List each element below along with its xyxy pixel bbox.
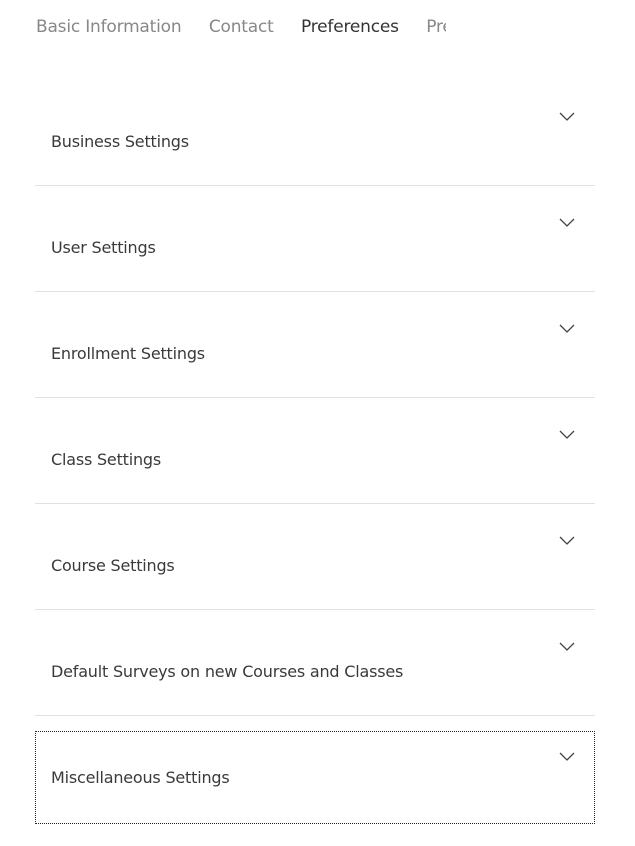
accordion-label: User Settings (51, 238, 156, 257)
accordion-label: Course Settings (51, 556, 175, 575)
chevron-down-icon[interactable] (559, 752, 575, 762)
chevron-down-icon[interactable] (559, 324, 575, 334)
tab-preferences[interactable]: Preferences (301, 14, 399, 40)
chevron-down-icon[interactable] (559, 112, 575, 122)
tab-contact[interactable]: Contact (209, 14, 274, 40)
accordion-business-settings[interactable]: Business Settings (35, 80, 595, 186)
tab-preferences-overflow[interactable]: Preferences (426, 14, 446, 40)
chevron-down-icon[interactable] (559, 430, 575, 440)
chevron-down-icon[interactable] (559, 642, 575, 652)
accordion-miscellaneous-settings[interactable]: Miscellaneous Settings (35, 731, 595, 824)
accordion-label: Enrollment Settings (51, 344, 205, 363)
accordion-course-settings[interactable]: Course Settings (35, 504, 595, 610)
accordion-label: Default Surveys on new Courses and Class… (51, 662, 404, 681)
accordion-label: Class Settings (51, 450, 162, 469)
chevron-down-icon[interactable] (559, 218, 575, 228)
accordion-default-surveys[interactable]: Default Surveys on new Courses and Class… (35, 610, 595, 716)
accordion-class-settings[interactable]: Class Settings (35, 398, 595, 504)
settings-accordion: Business Settings User Settings Enrollme… (35, 80, 595, 824)
accordion-enrollment-settings[interactable]: Enrollment Settings (35, 292, 595, 398)
tab-bar: Basic Information Contact Preferences Pr… (36, 14, 446, 44)
accordion-label: Miscellaneous Settings (51, 768, 230, 787)
tab-basic-information[interactable]: Basic Information (36, 14, 182, 40)
chevron-down-icon[interactable] (559, 536, 575, 546)
accordion-label: Business Settings (51, 132, 189, 151)
accordion-user-settings[interactable]: User Settings (35, 186, 595, 292)
